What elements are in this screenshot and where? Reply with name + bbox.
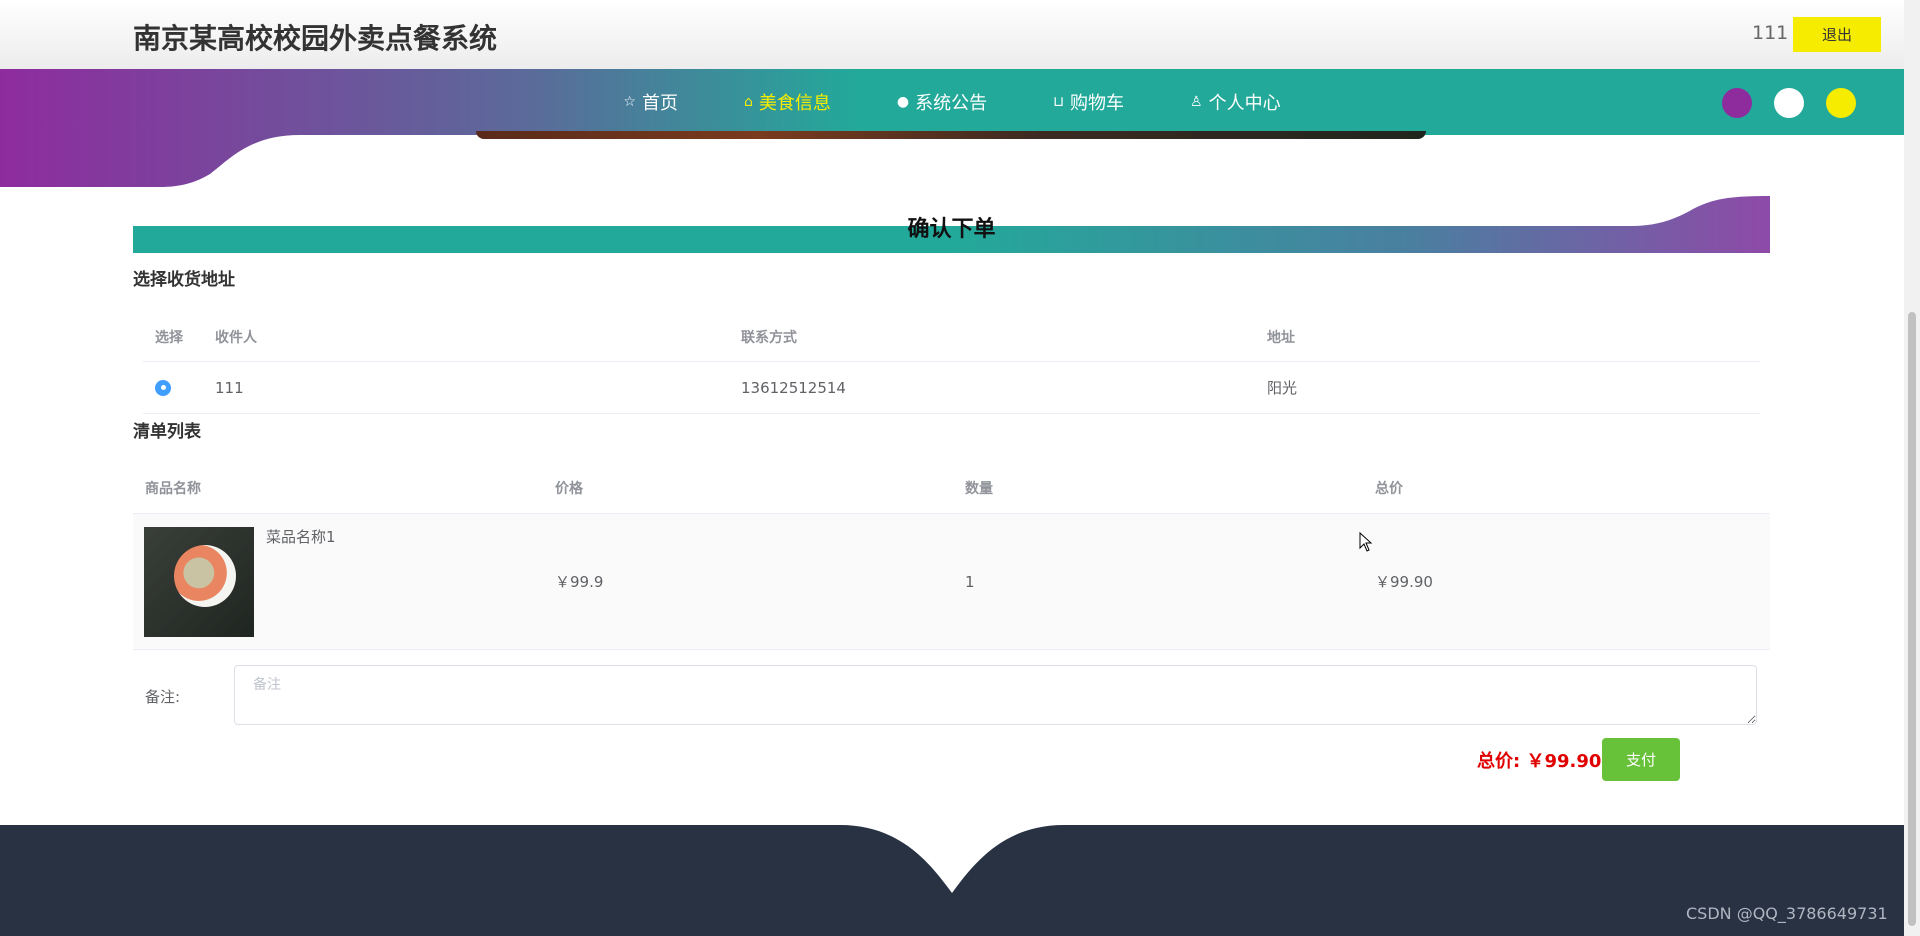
username-label: 111 xyxy=(1752,22,1789,44)
table-header-row: 商品名称 价格 数量 总价 xyxy=(133,462,1770,514)
column-header: 数量 xyxy=(965,480,993,497)
remark-textarea[interactable] xyxy=(234,665,1757,725)
column-header: 选择 xyxy=(155,329,183,346)
select-cell xyxy=(143,379,203,396)
product-cell: 菜品名称1 xyxy=(133,514,543,649)
theme-dot-purple[interactable] xyxy=(1722,88,1752,118)
logout-button[interactable]: 退出 xyxy=(1793,17,1881,52)
total-cell: ￥99.90 xyxy=(1375,573,1433,591)
table-row[interactable]: 111 13612512514 阳光 xyxy=(143,362,1760,414)
nav-item-profile[interactable]: ♙ 个人中心 xyxy=(1190,89,1281,115)
column-header: 联系方式 xyxy=(741,329,797,346)
product-image xyxy=(144,526,254,637)
user-icon: ♙ xyxy=(1190,94,1203,110)
product-name: 菜品名称1 xyxy=(266,528,336,546)
recipient-cell: 111 xyxy=(215,378,244,397)
order-total: 总价: ￥99.90 xyxy=(1477,751,1602,772)
scrollbar-thumb[interactable] xyxy=(1908,312,1916,926)
quantity-cell: 1 xyxy=(965,572,975,591)
column-header: 收件人 xyxy=(215,329,257,346)
remark-label: 备注: xyxy=(145,688,181,706)
star-icon: ☆ xyxy=(623,94,636,110)
page-scrollbar[interactable] xyxy=(1904,0,1920,936)
watermark-text: CSDN @QQ_3786649731 xyxy=(1686,904,1888,923)
address-section-title: 选择收货地址 xyxy=(133,270,235,290)
column-header: 地址 xyxy=(1267,329,1295,346)
nav-item-label: 系统公告 xyxy=(915,93,988,114)
page-title: 确认下单 xyxy=(907,217,996,242)
address-cell: 阳光 xyxy=(1267,379,1298,397)
items-section-title: 清单列表 xyxy=(133,422,201,442)
nav-item-label: 个人中心 xyxy=(1208,93,1281,114)
nav-item-announcements[interactable]: ● 系统公告 xyxy=(897,89,987,115)
column-header: 商品名称 xyxy=(145,480,201,497)
mouse-cursor-icon xyxy=(1359,532,1373,552)
address-radio[interactable] xyxy=(155,379,171,396)
nav-item-cart[interactable]: ⊔ 购物车 xyxy=(1053,89,1124,115)
footer-wave-background xyxy=(0,825,1904,936)
nav-item-label: 美食信息 xyxy=(758,93,831,114)
bag-icon: ⌂ xyxy=(743,94,753,110)
info-circle-icon: ● xyxy=(896,94,910,110)
site-title: 南京某高校校园外卖点餐系统 xyxy=(133,22,498,55)
nav-item-home[interactable]: ☆ 首页 xyxy=(623,89,678,115)
order-items-table: 商品名称 价格 数量 总价 菜品名称1 ￥99.9 1 ￥99.90 xyxy=(133,462,1770,650)
pay-button[interactable]: 支付 xyxy=(1602,738,1680,781)
nav-item-label: 首页 xyxy=(641,93,678,114)
column-header: 价格 xyxy=(555,480,583,497)
theme-dot-yellow[interactable] xyxy=(1826,88,1856,118)
main-nav: ☆ 首页 ⌂ 美食信息 ● 系统公告 ⊔ 购物车 ♙ 个人中心 xyxy=(0,69,1904,135)
footer xyxy=(0,823,1904,936)
section-title-bar: 确认下单 xyxy=(133,193,1770,253)
nav-item-food-info[interactable]: ⌂ 美食信息 xyxy=(744,89,831,115)
price-cell: ￥99.9 xyxy=(555,573,604,591)
top-header: 南京某高校校园外卖点餐系统 111 退出 xyxy=(0,0,1904,70)
theme-switcher xyxy=(1722,88,1856,118)
table-row: 菜品名称1 ￥99.9 1 ￥99.90 xyxy=(133,514,1770,650)
table-header-row: 选择 收件人 联系方式 地址 xyxy=(143,312,1760,362)
theme-dot-white[interactable] xyxy=(1774,88,1804,118)
column-header: 总价 xyxy=(1375,480,1403,497)
cart-icon: ⊔ xyxy=(1053,94,1065,110)
nav-item-label: 购物车 xyxy=(1070,93,1125,114)
address-table: 选择 收件人 联系方式 地址 111 13612512514 阳光 xyxy=(143,312,1760,414)
phone-cell: 13612512514 xyxy=(741,378,846,397)
